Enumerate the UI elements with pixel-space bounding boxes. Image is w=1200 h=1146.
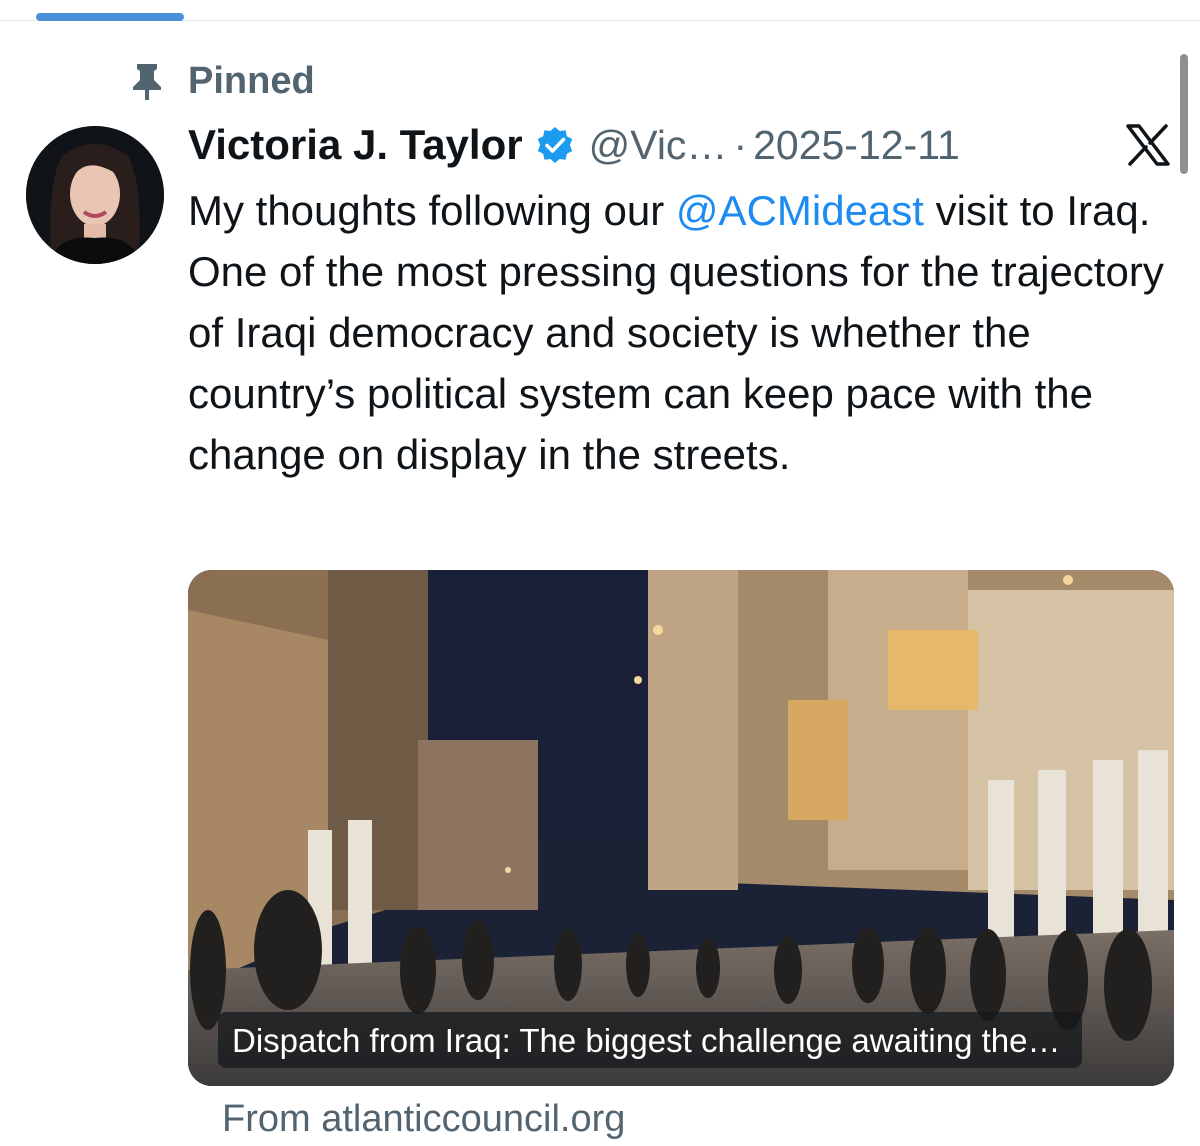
author-handle[interactable]: @Vic… bbox=[589, 122, 728, 169]
tweet-text-before: My thoughts following our bbox=[188, 187, 676, 234]
pinned-label: Pinned bbox=[188, 59, 315, 102]
separator-dot: · bbox=[733, 121, 748, 168]
scrollbar[interactable] bbox=[1180, 54, 1188, 174]
author-name[interactable]: Victoria J. Taylor bbox=[188, 121, 523, 169]
x-logo-icon bbox=[1126, 124, 1170, 166]
card-caption[interactable]: Dispatch from Iraq: The biggest challeng… bbox=[232, 1016, 1082, 1066]
tweet-header: Victoria J. Taylor @Vic… · 2025-12-11 bbox=[188, 118, 1178, 172]
avatar-photo bbox=[26, 126, 164, 264]
tweet-screen: Pinned Victoria J. Taylor @Vic… · 2025-1… bbox=[0, 0, 1200, 1146]
street-scene-photo bbox=[188, 570, 1174, 1086]
pinned-indicator: Pinned bbox=[128, 58, 315, 104]
active-tab-indicator bbox=[36, 13, 184, 21]
tweet-date[interactable]: 2025-12-11 bbox=[753, 122, 960, 169]
card-source[interactable]: From atlanticcouncil.org bbox=[222, 1098, 625, 1141]
verified-badge-icon bbox=[537, 127, 572, 163]
avatar[interactable] bbox=[26, 126, 164, 264]
tweet-text: My thoughts following our @ACMideast vis… bbox=[188, 180, 1188, 485]
pin-icon bbox=[133, 64, 161, 100]
mention-link[interactable]: @ACMideast bbox=[676, 187, 924, 234]
link-card-image[interactable] bbox=[188, 570, 1174, 1086]
